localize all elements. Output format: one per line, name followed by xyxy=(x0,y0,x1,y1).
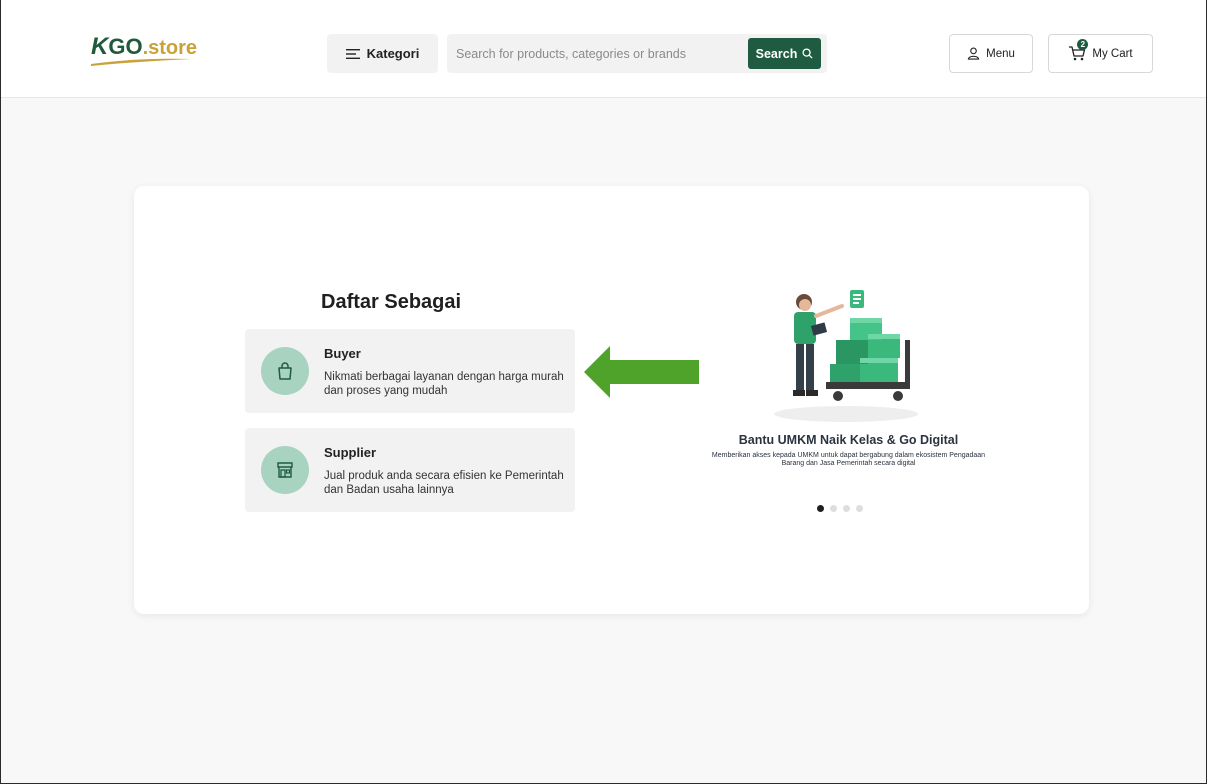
carousel-dot-1[interactable] xyxy=(817,505,824,512)
cart-icon-wrap: 2 xyxy=(1068,38,1089,64)
warehouse-worker-illustration xyxy=(774,290,918,422)
buyer-title: Buyer xyxy=(324,346,361,361)
my-cart-button[interactable]: 2 My Cart xyxy=(1048,34,1153,73)
search-input[interactable] xyxy=(447,34,743,73)
store-icon xyxy=(277,462,293,478)
promo-title: Bantu UMKM Naik Kelas & Go Digital xyxy=(738,433,959,447)
kategori-label: Kategori xyxy=(366,46,420,61)
user-icon xyxy=(967,47,980,60)
supplier-title: Supplier xyxy=(324,445,377,460)
carousel-dot-3[interactable] xyxy=(843,505,850,512)
top-header: KGO.store Kategori Search Menu xyxy=(1,0,1206,98)
logo-swoosh-icon xyxy=(91,58,191,66)
left-arrow-icon xyxy=(584,346,699,398)
hamburger-icon xyxy=(345,48,360,59)
promo-description: Memberikan akses kepada UMKM untuk dapat… xyxy=(711,452,986,467)
carousel-dot-2[interactable] xyxy=(830,505,837,512)
kgo-store-logo[interactable]: KGO.store xyxy=(91,33,221,69)
register-title: Daftar Sebagai xyxy=(321,291,462,313)
kategori-button[interactable]: Kategori xyxy=(327,34,438,73)
cart-count-badge: 2 xyxy=(1077,38,1089,50)
search-button-label: Search xyxy=(755,46,798,61)
search-button[interactable]: Search xyxy=(748,38,821,69)
menu-button[interactable]: Menu xyxy=(949,34,1033,73)
carousel-dot-4[interactable] xyxy=(856,505,863,512)
search-bar: Search xyxy=(447,34,827,73)
shopping-bag-icon xyxy=(278,362,292,380)
supplier-icon-circle xyxy=(261,446,309,494)
buyer-icon-circle xyxy=(261,347,309,395)
cart-label: My Cart xyxy=(1092,47,1133,60)
buyer-option[interactable]: Buyer Nikmati berbagai layanan dengan ha… xyxy=(245,329,575,413)
supplier-description: Jual produk anda secara efisien ke Pemer… xyxy=(324,470,564,496)
supplier-option[interactable]: Supplier Jual produk anda secara efisien… xyxy=(245,428,575,512)
buyer-description: Nikmati berbagai layanan dengan harga mu… xyxy=(324,371,564,397)
carousel-dots xyxy=(817,505,863,512)
search-icon xyxy=(802,48,813,59)
menu-label: Menu xyxy=(986,47,1015,60)
